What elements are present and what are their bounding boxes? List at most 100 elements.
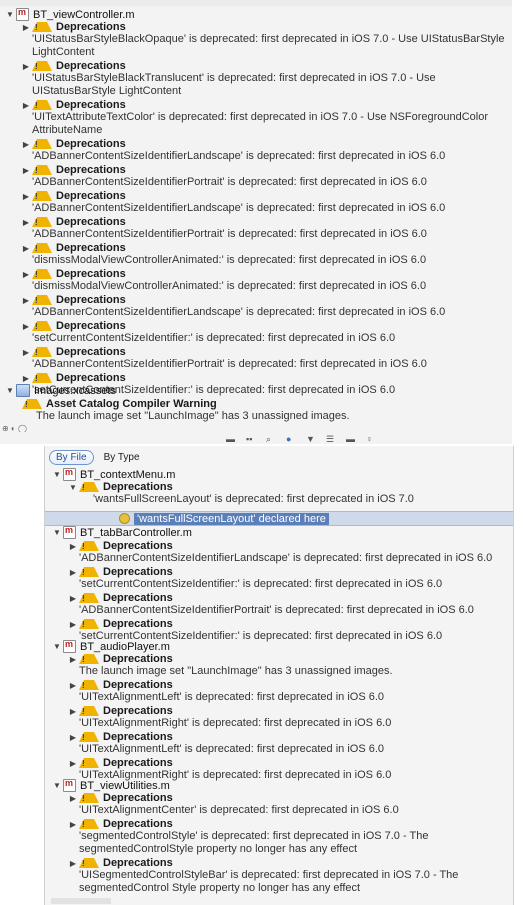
issue-label: Deprecations	[103, 705, 173, 717]
issue-message: 'UITextAlignmentCenter' is deprecated: f…	[79, 804, 399, 816]
disclosure-closed-icon[interactable]: ▶	[20, 99, 32, 111]
issue-item[interactable]: ▶ Deprecations'setCurrentContentSizeIdent…	[67, 566, 507, 591]
file-row-viewutilities[interactable]: ▼ BT_viewUtilities.m	[51, 778, 170, 792]
disclosure-closed-icon[interactable]: ▶	[20, 294, 32, 306]
debug-icon[interactable]: ☰	[326, 434, 334, 445]
issue-message: 'setCurrentContentSizeIdentifier:' is de…	[79, 578, 443, 590]
disclosure-closed-icon[interactable]: ▶	[20, 268, 32, 280]
disclosure-closed-icon[interactable]: ▶	[20, 346, 32, 358]
asset-warning[interactable]: Asset Catalog Compiler Warning The launc…	[22, 398, 502, 423]
issue-message: 'ADBannerContentSizeIdentifierPortrait' …	[32, 358, 427, 370]
disclosure-closed-icon[interactable]: ▶	[67, 540, 79, 552]
clipped-row	[51, 898, 111, 904]
disclosure-closed-icon[interactable]: ▶	[20, 216, 32, 228]
warning-tab-icon[interactable]: ●	[286, 434, 291, 444]
folder-icon[interactable]: ▬	[226, 434, 235, 444]
disclosure-open-icon[interactable]: ▼	[51, 469, 63, 481]
disclosure-open-icon[interactable]: ▼	[4, 385, 16, 397]
disclosure-closed-icon[interactable]: ▶	[67, 731, 79, 743]
by-file-button[interactable]: By File	[49, 449, 94, 465]
file-row-tabbar[interactable]: ▼ BT_tabBarController.m	[51, 525, 192, 539]
disclosure-closed-icon[interactable]: ▶	[20, 242, 32, 254]
issue-item[interactable]: ▶ Deprecations'UIStatusBarStyleBlackOpaqu…	[20, 21, 510, 59]
disclosure-closed-icon[interactable]: ▶	[67, 857, 79, 869]
issue-label: Deprecations	[56, 320, 126, 332]
m-file-icon	[63, 639, 76, 653]
issue-message: 'UIStatusBarStyleBlackOpaque' is depreca…	[32, 33, 505, 58]
issue-item[interactable]: ▶ Deprecations'UITextAlignmentCenter' is …	[67, 792, 507, 817]
file-row-contextmenu[interactable]: ▼ BT_contextMenu.m	[51, 467, 175, 481]
file-row-assets[interactable]: ▼ Images.xcassets	[4, 384, 116, 397]
file-row-audioplayer[interactable]: ▼ BT_audioPlayer.m	[51, 639, 170, 653]
issue-item[interactable]: ▶ Deprecations'ADBannerContentSizeIdentif…	[20, 346, 510, 371]
issue-item[interactable]: ▶ Deprecations'dismissModalViewController…	[20, 268, 510, 293]
disclosure-closed-icon[interactable]: ▶	[67, 566, 79, 578]
issue-item[interactable]: ▶ Deprecations'UITextAlignmentLeft' is de…	[67, 731, 507, 756]
issue-item[interactable]: ▶ DeprecationsThe launch image set "Launc…	[67, 653, 507, 678]
log-icon[interactable]: ♀	[366, 434, 373, 444]
warning-icon	[22, 399, 42, 409]
issue-item[interactable]: ▶ Deprecations'ADBannerContentSizeIdentif…	[20, 294, 510, 319]
disclosure-closed-icon[interactable]: ▶	[67, 592, 79, 604]
disclosure-closed-icon[interactable]: ▶	[67, 679, 79, 691]
by-type-button[interactable]: By Type	[102, 451, 142, 464]
issue-list: ▶Deprecations'ADBannerContentSizeIdentif…	[67, 540, 507, 644]
issue-item[interactable]: ▶ Deprecations'UITextAlignmentRight' is d…	[67, 705, 507, 730]
disclosure-open-icon[interactable]: ▼	[51, 641, 63, 653]
issue-item[interactable]: ▼ Deprecations 'wantsFullScreenLayout' i…	[67, 481, 507, 506]
issue-item[interactable]: ▶ Deprecations'UITextAlignmentLeft' is de…	[67, 679, 507, 704]
disclosure-open-icon[interactable]: ▼	[67, 481, 79, 493]
disclosure-closed-icon[interactable]: ▶	[67, 792, 79, 804]
issue-item[interactable]: ▶ Deprecations'ADBannerContentSizeIdentif…	[20, 164, 510, 189]
warning-icon	[32, 347, 52, 357]
disclosure-closed-icon[interactable]: ▶	[20, 190, 32, 202]
test-icon[interactable]: ▼	[306, 434, 315, 444]
disclosure-closed-icon[interactable]: ▶	[67, 705, 79, 717]
issue-item[interactable]: ▶ Deprecations'setCurrentContentSizeIdent…	[20, 320, 510, 345]
issue-list: ▶ Deprecations 'UIStatusBarStyleBlackOpaqu…	[20, 21, 510, 398]
issue-message: 'UITextAlignmentLeft' is deprecated: fir…	[79, 743, 385, 755]
issue-item[interactable]: ▶ Deprecations'ADBannerContentSizeIdentif…	[20, 138, 510, 163]
disclosure-closed-icon[interactable]: ▶	[67, 818, 79, 830]
disclosure-closed-icon[interactable]: ▶	[67, 757, 79, 769]
issue-item[interactable]: ▶ Deprecations'UISegmentedControlStyleBar…	[67, 857, 507, 895]
grid-icon[interactable]: ▪▪	[246, 434, 252, 444]
disclosure-closed-icon[interactable]: ▶	[67, 618, 79, 630]
issue-item[interactable]: ▶ Deprecations'dismissModalViewController…	[20, 242, 510, 267]
issue-item[interactable]: ▶ Deprecations'ADBannerContentSizeIdentif…	[20, 216, 510, 241]
warning-icon	[32, 139, 52, 149]
disclosure-open-icon[interactable]: ▼	[51, 527, 63, 539]
issue-label: Deprecations	[103, 857, 173, 869]
disclosure-closed-icon[interactable]: ▶	[20, 60, 32, 72]
disclosure-closed-icon[interactable]: ▶	[20, 320, 32, 332]
disclosure-closed-icon[interactable]: ▶	[20, 21, 32, 33]
disclosure-open-icon[interactable]: ▼	[51, 780, 63, 792]
search-icon[interactable]: ⌕	[266, 434, 271, 445]
issue-label: Deprecations	[103, 818, 173, 830]
issue-label: Deprecations	[56, 346, 126, 358]
issue-label: Deprecations	[103, 540, 173, 552]
issue-item[interactable]: ▶ Deprecations'UITextAttributeTextColor' …	[20, 99, 510, 137]
disclosure-open-icon[interactable]: ▼	[4, 9, 16, 21]
disclosure-closed-icon[interactable]: ▶	[20, 138, 32, 150]
disclosure-closed-icon[interactable]: ▶	[20, 164, 32, 176]
disclosure-closed-icon[interactable]: ▶	[67, 653, 79, 665]
issue-message: The launch image set "LaunchImage" has 3…	[79, 665, 393, 677]
breakpoint-icon[interactable]: ▬	[346, 434, 355, 444]
warning-icon	[32, 269, 52, 279]
issue-item[interactable]: ▶ Deprecations'ADBannerContentSizeIdentif…	[20, 190, 510, 215]
issue-item[interactable]: ▶ Deprecations'UIStatusBarStyleBlackTrans…	[20, 60, 510, 98]
clipped-row	[0, 0, 512, 6]
issue-label: Deprecations	[56, 242, 126, 254]
warning-icon	[32, 243, 52, 253]
issue-item[interactable]: ▶ Deprecations'ADBannerContentSizeIdentif…	[67, 592, 507, 617]
disclosure-closed-icon[interactable]: ▶	[20, 372, 32, 384]
issue-message: 'ADBannerContentSizeIdentifierLandscape'…	[32, 306, 446, 318]
issue-item[interactable]: ▶ Deprecations'ADBannerContentSizeIdentif…	[67, 540, 507, 565]
issue-item[interactable]: ▶ Deprecations'segmentedControlStyle' is …	[67, 818, 507, 856]
warning-icon	[32, 165, 52, 175]
warning-title: Asset Catalog Compiler Warning	[46, 398, 217, 410]
file-name: BT_audioPlayer.m	[80, 640, 170, 653]
selected-note-row[interactable]: 'wantsFullScreenLayout' declared here	[45, 511, 513, 526]
file-row-viewcontroller[interactable]: ▼ BT_viewController.m	[4, 7, 134, 21]
